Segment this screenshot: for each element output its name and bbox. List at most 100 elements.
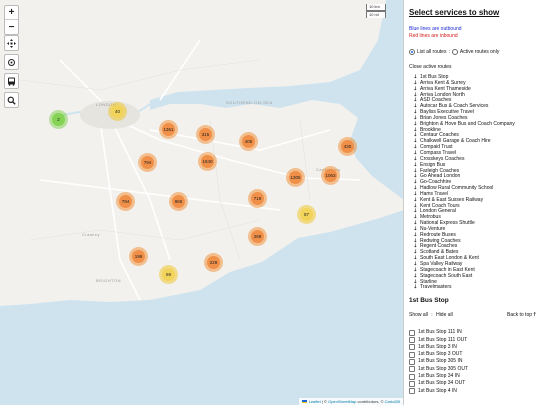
marker-cluster[interactable]: 315 — [196, 125, 215, 144]
scale-km: 10 km — [366, 4, 386, 11]
services-panel: Select services to show Blue lines are o… — [405, 0, 540, 405]
osm-link[interactable]: OpenStreetMap — [328, 399, 356, 404]
marker-cluster[interactable]: 229 — [204, 253, 223, 272]
route-checkbox-row: 1st Bus Stop 305 OUT — [409, 366, 536, 373]
close-active-routes-link[interactable]: Close active routes — [409, 64, 536, 70]
cluster-count: 1063 — [324, 169, 337, 182]
radio-list-all[interactable] — [409, 49, 415, 55]
radio-active-only[interactable] — [451, 49, 458, 55]
back-to-top-link[interactable]: Back to top 🡑 — [507, 312, 536, 320]
operator-link[interactable]: 🡓 Travelmasters — [414, 284, 536, 291]
place-label-brighton: BRIGHTON — [96, 278, 122, 283]
route-checkbox[interactable] — [409, 380, 415, 387]
marker-cluster[interactable]: 719 — [248, 189, 267, 208]
back-to-top-label: Back to top — [506, 312, 532, 319]
route-label: 1st Bus Stop 305 OUT — [418, 365, 469, 372]
place-label-southend: SOUTHEND-ON-SEA — [226, 100, 273, 105]
route-checkbox-row: 1st Bus Stop 34 IN — [409, 373, 536, 380]
search-button[interactable] — [5, 93, 18, 107]
route-checkbox[interactable] — [409, 337, 415, 344]
route-label: 1st Bus Stop 305 IN — [418, 358, 463, 365]
marker-cluster[interactable]: 1361 — [159, 120, 178, 139]
route-checkbox[interactable] — [409, 344, 415, 351]
operator-name: Travelmasters — [420, 284, 452, 291]
marker-cluster[interactable]: 430 — [338, 137, 357, 156]
route-filter: List all routes : Active routes only — [409, 49, 536, 55]
cluster-count: 199 — [132, 250, 145, 263]
cluster-count: 794 — [119, 195, 132, 208]
cluster-count: 794 — [141, 156, 154, 169]
zoom-in-button[interactable]: + — [5, 6, 18, 20]
cluster-count: 87 — [300, 208, 313, 221]
marker-cluster[interactable]: 1305 — [286, 168, 305, 187]
route-checkbox[interactable] — [409, 373, 415, 380]
route-checkbox-row: 1st Bus Stop 3 OUT — [409, 351, 536, 358]
radio-list-all-label: List all routes — [417, 49, 447, 55]
route-label: 1st Bus Stop 3 IN — [418, 343, 457, 350]
leaflet-link[interactable]: Leaflet — [309, 399, 321, 404]
up-arrow-icon: 🡑 — [533, 312, 536, 319]
map-view[interactable]: LONDON SOUTHEND-ON-SEA Canterbury BRIGHT… — [0, 0, 404, 405]
route-checkbox-row: 1st Bus Stop 34 OUT — [409, 380, 536, 387]
marker-cluster[interactable]: 1840 — [198, 152, 217, 171]
fullscreen-icon — [7, 38, 16, 48]
zoom-out-button[interactable]: − — [5, 20, 18, 34]
marker-cluster[interactable]: 405 — [239, 132, 258, 151]
route-checkbox[interactable] — [409, 359, 415, 366]
bus-button[interactable] — [5, 74, 18, 88]
cluster-count: 1361 — [162, 123, 175, 136]
place-label-crawley: Crawley — [82, 232, 100, 237]
marker-cluster[interactable]: 269 — [248, 227, 267, 246]
locate-icon — [8, 58, 15, 66]
bus-control — [4, 73, 19, 89]
marker-cluster[interactable]: 40 — [108, 102, 127, 121]
marker-cluster[interactable]: 87 — [297, 205, 316, 224]
route-label: 1st Bus Stop 111 IN — [418, 329, 462, 336]
section-title: 1st Bus Stop — [409, 297, 449, 305]
show-all-link[interactable]: Show all — [409, 312, 428, 318]
cluster-count: 2 — [52, 113, 65, 126]
route-label: 1st Bus Stop 111 OUT — [418, 336, 468, 343]
fullscreen-control — [4, 35, 19, 51]
locate-button[interactable] — [5, 55, 18, 69]
leaflet-flag-icon — [301, 400, 307, 403]
map-base-tiles — [0, 0, 403, 405]
route-checkbox[interactable] — [409, 329, 415, 336]
marker-cluster[interactable]: 794 — [116, 192, 135, 211]
inbound-note: Red lines are inbound — [409, 33, 458, 39]
search-icon — [7, 96, 16, 105]
cluster-count: 269 — [251, 230, 264, 243]
search-control — [4, 92, 19, 108]
marker-cluster[interactable]: 199 — [129, 247, 148, 266]
marker-cluster[interactable]: 794 — [138, 153, 157, 172]
hide-all-link[interactable]: Hide all — [436, 312, 453, 318]
route-checkbox[interactable] — [409, 388, 415, 395]
show-hide-row: Show all : Hide all Back to top 🡑 — [409, 312, 536, 320]
cluster-count: 405 — [242, 135, 255, 148]
panel-title: Select services to show — [409, 8, 500, 17]
route-label: 1st Bus Stop 3 OUT — [418, 351, 463, 358]
cluster-count: 1305 — [289, 171, 302, 184]
cluster-count: 719 — [251, 192, 264, 205]
cluster-count: 40 — [111, 105, 124, 118]
route-checkbox[interactable] — [409, 351, 415, 358]
route-checkbox-row: 1st Bus Stop 111 OUT — [409, 337, 536, 344]
route-checkbox[interactable] — [409, 366, 415, 373]
route-checkbox-list: 1st Bus Stop 111 IN 1st Bus Stop 111 OUT… — [409, 329, 536, 395]
attribution-separator: | — [321, 399, 323, 404]
radio-active-only-label: Active routes only — [459, 49, 500, 55]
cluster-count: 430 — [341, 140, 354, 153]
cartodb-link[interactable]: CartoDB — [385, 399, 400, 404]
marker-cluster[interactable]: 2 — [49, 110, 68, 129]
cluster-count: 1840 — [201, 155, 214, 168]
cluster-count: 960 — [172, 195, 185, 208]
marker-cluster[interactable]: 1063 — [321, 166, 340, 185]
marker-cluster[interactable]: 960 — [169, 192, 188, 211]
cluster-count: 69 — [162, 268, 175, 281]
route-checkbox-row: 1st Bus Stop 3 IN — [409, 344, 536, 351]
route-label: 1st Bus Stop 4 IN — [418, 387, 457, 394]
marker-cluster[interactable]: 69 — [159, 265, 178, 284]
route-label: 1st Bus Stop 34 IN — [418, 373, 460, 379]
fullscreen-button[interactable] — [5, 36, 18, 50]
route-checkbox-row: 1st Bus Stop 111 IN — [409, 329, 536, 336]
